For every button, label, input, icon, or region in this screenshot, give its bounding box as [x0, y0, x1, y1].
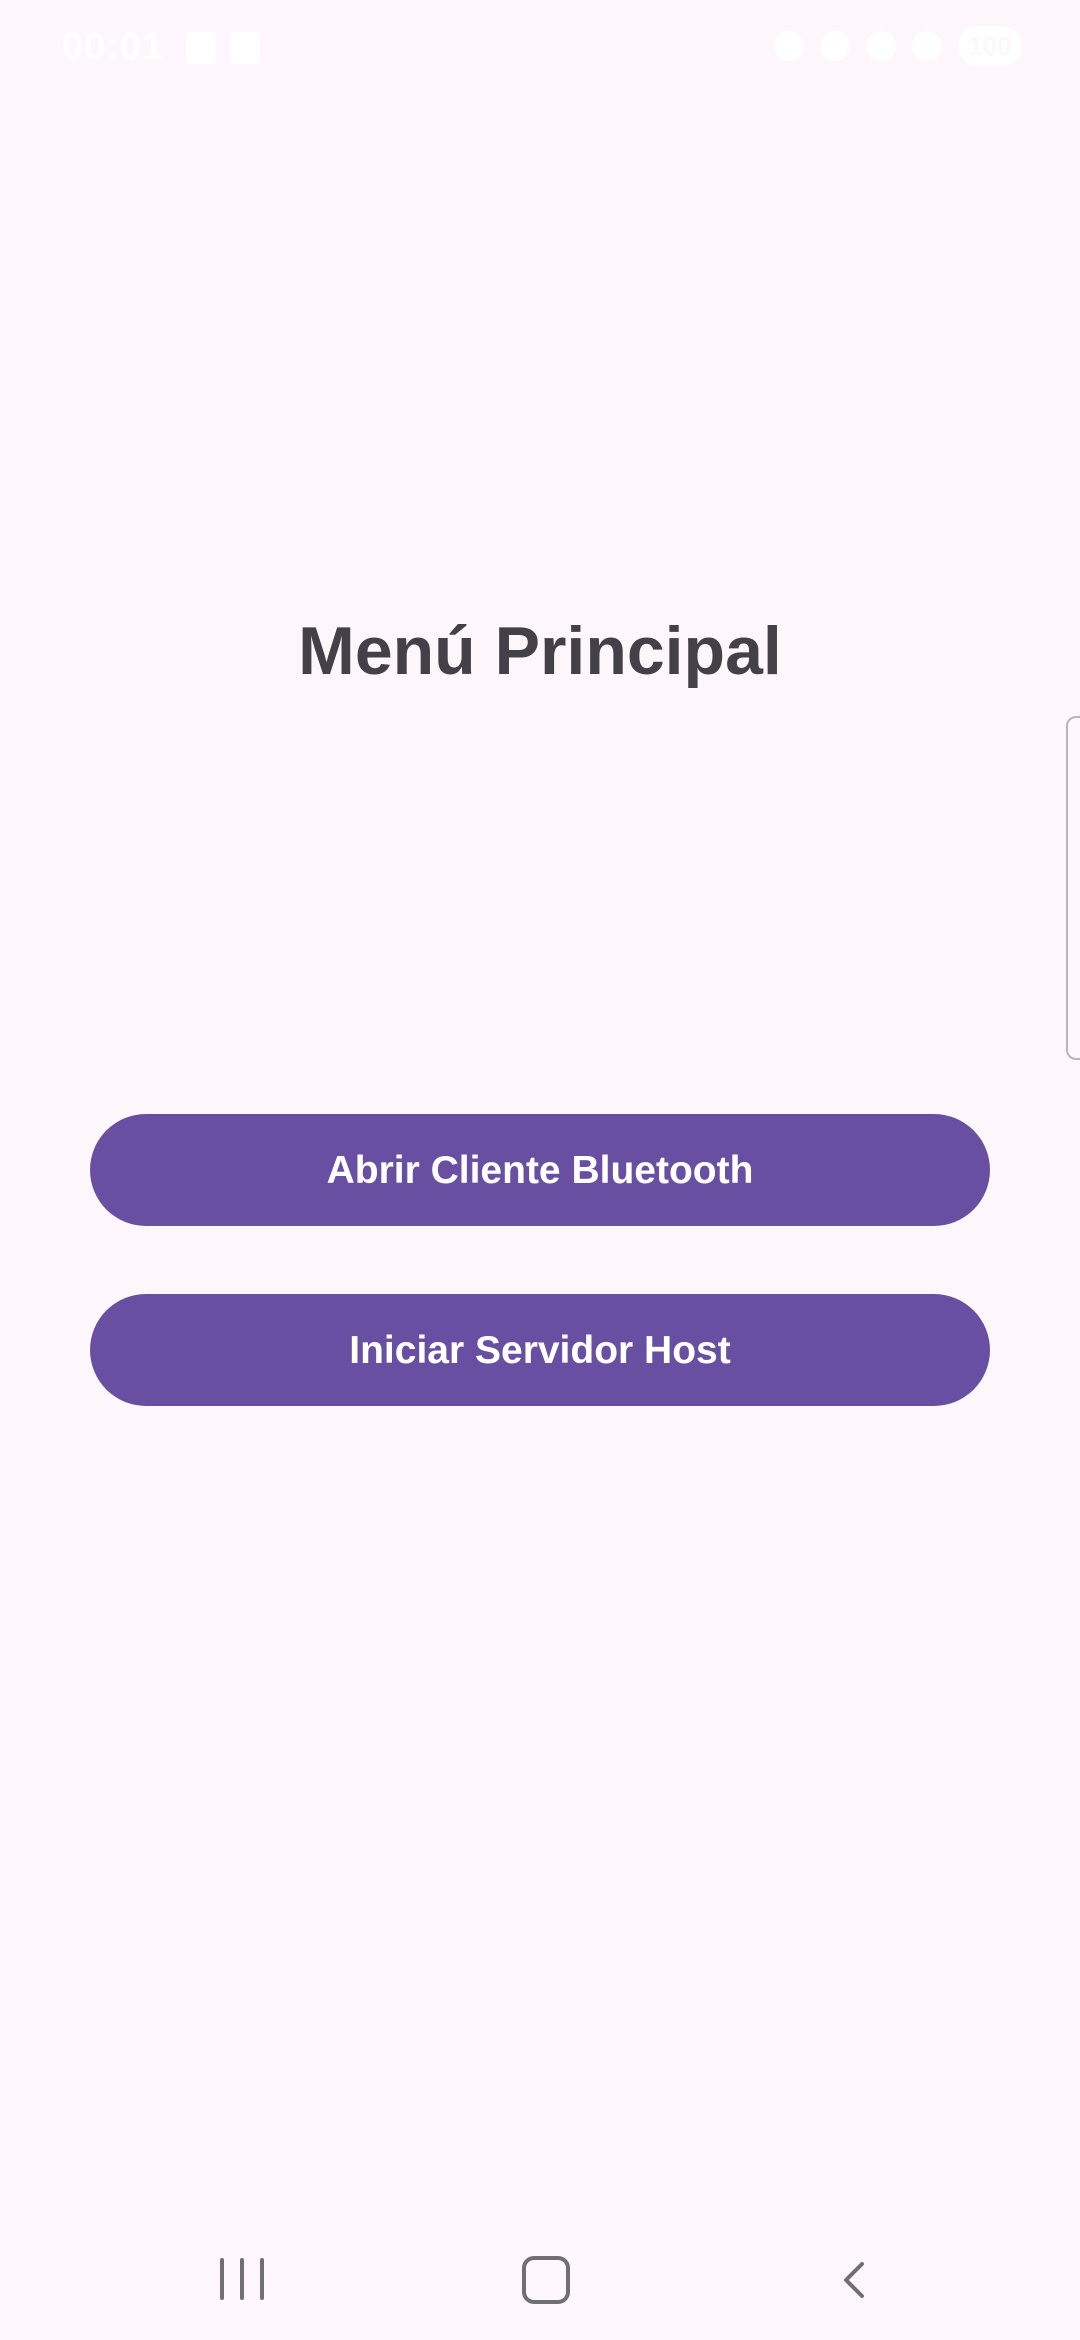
status-time: 00:01 — [62, 26, 165, 68]
home-icon[interactable] — [522, 2256, 570, 2304]
recents-icon[interactable] — [220, 2258, 264, 2302]
edge-panel-handle[interactable] — [1066, 716, 1080, 1060]
gallery-icon — [186, 32, 216, 64]
navigation-bar — [0, 2220, 1080, 2340]
status-bar: 00:01 100 — [0, 0, 1080, 100]
wifi-icon — [866, 31, 896, 61]
status-left-icons — [186, 32, 260, 64]
screen: 00:01 100 Menú Principal Abrir Cliente B… — [0, 0, 1080, 2340]
start-host-server-button[interactable]: Iniciar Servidor Host — [90, 1294, 990, 1406]
mute-icon — [774, 31, 804, 61]
back-icon[interactable] — [836, 2260, 876, 2300]
open-bluetooth-client-button[interactable]: Abrir Cliente Bluetooth — [90, 1114, 990, 1226]
location-icon — [820, 31, 850, 61]
page-title: Menú Principal — [298, 613, 782, 689]
status-right-icons: 100 — [774, 26, 1022, 66]
signal-icon — [912, 31, 942, 61]
sim-icon — [230, 32, 260, 64]
battery-indicator: 100 — [958, 26, 1022, 66]
